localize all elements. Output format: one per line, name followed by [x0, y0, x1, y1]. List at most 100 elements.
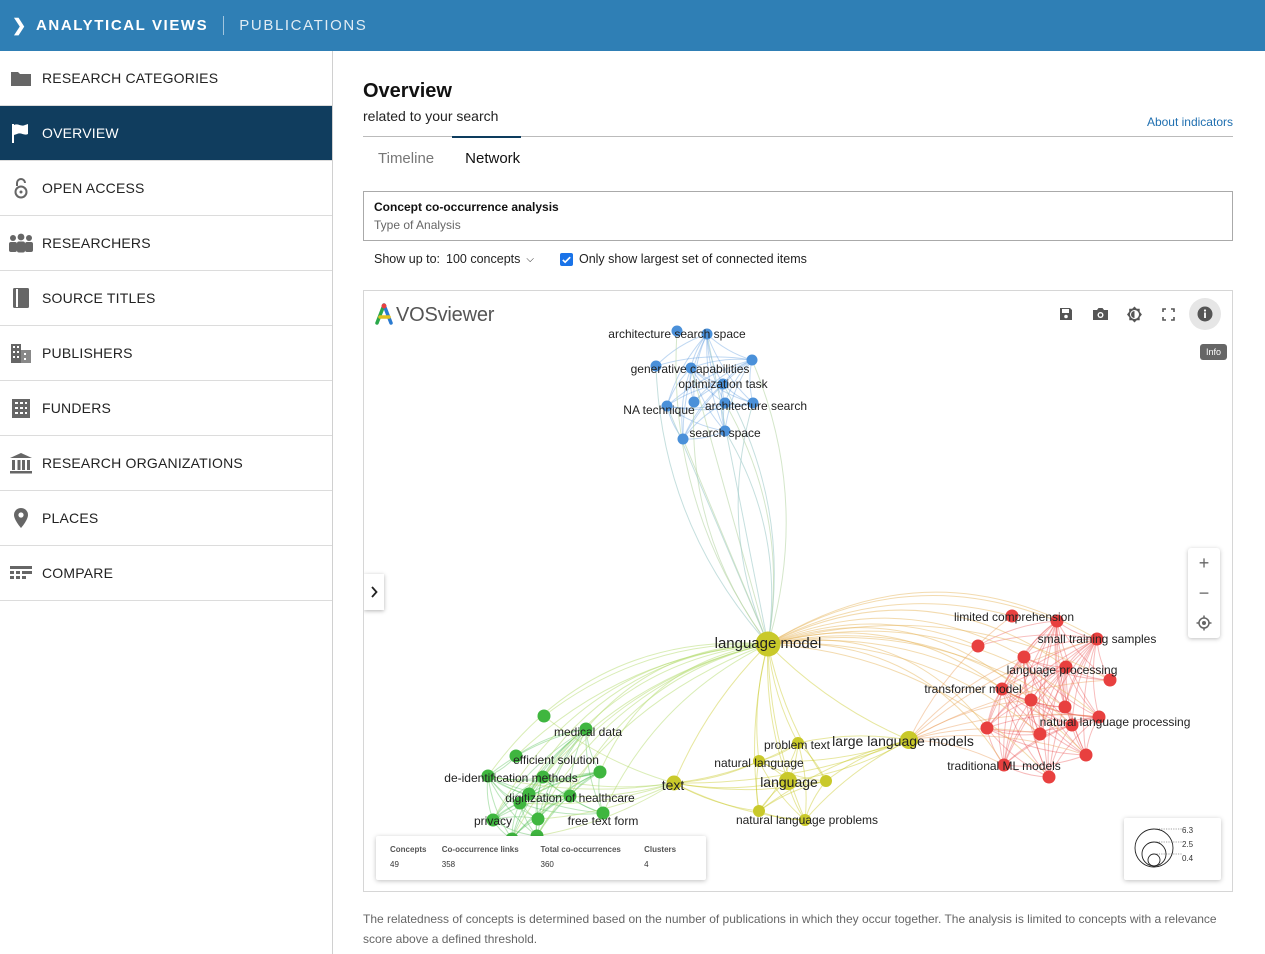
- concept-label[interactable]: natural language problems: [736, 813, 878, 827]
- concept-label[interactable]: transformer model: [924, 682, 1021, 696]
- concept-node[interactable]: [1079, 748, 1093, 762]
- vosviewer-panel[interactable]: architecture search space generative capa…: [363, 290, 1233, 892]
- tab-network[interactable]: Network: [452, 136, 522, 173]
- concept-label[interactable]: optimization task: [678, 377, 768, 391]
- network-link: [722, 383, 775, 645]
- sidebar-item-research-organizations[interactable]: RESEARCH ORGANIZATIONS: [0, 436, 332, 491]
- stat-links: Co-occurrence links 358: [441, 845, 519, 869]
- legend-value: 6.3: [1182, 826, 1194, 835]
- legend-value: 0.4: [1182, 854, 1194, 863]
- publisher-building-icon: [0, 342, 42, 364]
- concept-label[interactable]: privacy: [474, 814, 512, 828]
- concept-label[interactable]: traditional ML models: [947, 759, 1061, 773]
- concept-label[interactable]: architecture search: [705, 399, 807, 413]
- concept-label[interactable]: de-identification methods: [444, 771, 577, 785]
- sidebar-item-publishers[interactable]: PUBLISHERS: [0, 326, 332, 381]
- info-tooltip: Info: [1199, 344, 1227, 360]
- concept-label[interactable]: limited comprehension: [954, 610, 1074, 624]
- info-icon[interactable]: [1189, 298, 1221, 330]
- stat-concepts: Concepts 49: [390, 845, 427, 869]
- concept-label[interactable]: language model: [715, 635, 822, 652]
- concept-node[interactable]: [971, 639, 985, 653]
- network-options: Show up to: 100 concepts ⌵ Only show lar…: [374, 252, 807, 266]
- sidebar-item-overview[interactable]: OVERVIEW: [0, 106, 332, 161]
- concept-label[interactable]: small training samples: [1038, 632, 1157, 646]
- sidebar-item-funders[interactable]: FUNDERS: [0, 381, 332, 436]
- header-title[interactable]: ANALYTICAL VIEWS: [36, 17, 208, 34]
- stat-clusters: Clusters 4: [644, 845, 677, 869]
- header-subtitle[interactable]: PUBLICATIONS: [239, 17, 367, 34]
- concept-label[interactable]: large language models: [832, 733, 974, 749]
- legend-value: 2.5: [1182, 840, 1194, 849]
- sidebar-item-researchers[interactable]: RESEARCHERS: [0, 216, 332, 271]
- zoom-in-icon[interactable]: +: [1188, 548, 1220, 578]
- concept-node[interactable]: [593, 765, 607, 779]
- sidebar-item-label: PUBLISHERS: [42, 345, 133, 361]
- concept-label[interactable]: generative capabilities: [631, 362, 750, 376]
- sidebar-item-open-access[interactable]: OPEN ACCESS: [0, 161, 332, 216]
- zoom-out-icon[interactable]: −: [1188, 578, 1220, 608]
- network-link: [515, 643, 769, 757]
- people-icon: [0, 233, 42, 253]
- camera-icon[interactable]: [1087, 301, 1113, 327]
- network-link: [511, 643, 769, 840]
- tab-timeline[interactable]: Timeline: [378, 137, 434, 173]
- sidebar-item-compare[interactable]: COMPARE: [0, 546, 332, 601]
- concept-label[interactable]: efficient solution: [513, 753, 599, 767]
- network-toolbar: [1053, 298, 1221, 330]
- panel-expand-button[interactable]: [364, 574, 384, 610]
- fullscreen-icon[interactable]: [1155, 301, 1181, 327]
- sidebar-item-label: RESEARCHERS: [42, 235, 151, 251]
- location-pin-icon: [0, 507, 42, 529]
- show-up-to-label: Show up to:: [374, 252, 441, 266]
- sidebar-item-places[interactable]: PLACES: [0, 491, 332, 546]
- brightness-icon[interactable]: [1121, 301, 1147, 327]
- concept-label[interactable]: problem text: [764, 738, 831, 752]
- network-map[interactable]: architecture search space generative capa…: [364, 291, 1233, 892]
- sidebar-item-label: FUNDERS: [42, 400, 112, 416]
- concept-label[interactable]: natural language: [714, 756, 804, 770]
- concept-node[interactable]: [537, 709, 551, 723]
- locate-icon[interactable]: [1188, 608, 1220, 638]
- chevron-down-icon[interactable]: ⌵: [526, 254, 534, 265]
- concept-label[interactable]: language processing: [1007, 663, 1118, 677]
- chevron-right-icon[interactable]: ❯: [12, 16, 26, 36]
- concept-node[interactable]: [820, 775, 832, 787]
- view-tabs: Timeline Network: [363, 136, 522, 173]
- chevron-right-icon: [371, 586, 378, 598]
- save-icon[interactable]: [1053, 301, 1079, 327]
- concept-node[interactable]: [677, 433, 689, 445]
- concept-node[interactable]: [531, 812, 545, 826]
- connected-items-label: Only show largest set of connected items: [578, 252, 807, 266]
- concept-label[interactable]: digitization of healthcare: [505, 791, 635, 805]
- concept-node[interactable]: [1024, 693, 1038, 707]
- concept-node[interactable]: [1058, 700, 1072, 714]
- sidebar: RESEARCH CATEGORIES OVERVIEW OPEN ACCESS…: [0, 51, 333, 954]
- concept-label[interactable]: natural language processing: [1040, 715, 1191, 729]
- folder-icon: [0, 69, 42, 87]
- concept-label[interactable]: free text form: [568, 814, 639, 828]
- funder-building-icon: [0, 397, 42, 419]
- concept-label[interactable]: search space: [689, 426, 761, 440]
- analysis-type-select[interactable]: Concept co-occurrence analysis Type of A…: [363, 191, 1233, 241]
- concept-label[interactable]: language: [760, 774, 818, 790]
- concept-label[interactable]: text: [662, 777, 685, 793]
- concept-limit-select[interactable]: 100 concepts: [446, 252, 520, 266]
- zoom-controls: + −: [1188, 548, 1220, 638]
- concept-node[interactable]: [980, 721, 994, 735]
- concept-label[interactable]: medical data: [554, 725, 622, 739]
- analysis-type-value: Concept co-occurrence analysis: [374, 200, 559, 214]
- about-indicators-link[interactable]: About indicators: [1147, 115, 1233, 129]
- concept-label[interactable]: NA technique: [623, 403, 695, 417]
- size-legend: 6.3 2.5 0.4: [1124, 818, 1221, 880]
- sidebar-item-source-titles[interactable]: SOURCE TITLES: [0, 271, 332, 326]
- sidebar-item-research-categories[interactable]: RESEARCH CATEGORIES: [0, 51, 332, 106]
- compare-icon: [0, 564, 42, 582]
- network-link: [543, 643, 769, 717]
- concept-label[interactable]: architecture search space: [608, 327, 746, 341]
- concept-node[interactable]: [1033, 727, 1047, 741]
- vosviewer-logo-text: VOSviewer: [396, 303, 495, 326]
- connected-items-checkbox[interactable]: [559, 252, 573, 266]
- network-stats: Concepts 49 Co-occurrence links 358 Total …: [376, 836, 706, 880]
- concept-node[interactable]: [1017, 650, 1031, 664]
